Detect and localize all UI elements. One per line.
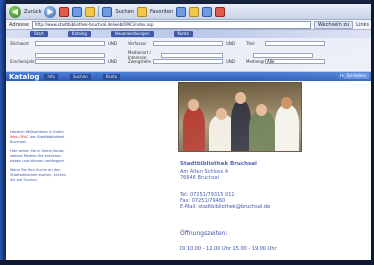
library-name: Stadtbibliothek Bruchsal bbox=[180, 161, 257, 167]
toolbar-separator bbox=[98, 6, 100, 17]
photo-head bbox=[235, 92, 246, 104]
refresh-icon[interactable] bbox=[72, 6, 83, 17]
tab-account[interactable]: Konto bbox=[102, 73, 121, 80]
favorites-label[interactable]: Favoriten bbox=[150, 9, 173, 15]
browser-window: ◀ Zurück ▶ Suchen Favoriten Adresse http… bbox=[6, 4, 372, 260]
address-bar: Adresse http://www.stadtbibliothek-bruch… bbox=[6, 20, 372, 30]
search-label-mediagroup: Mediengruppe bbox=[246, 59, 275, 64]
search-label-keyword: Stichwort bbox=[10, 41, 29, 46]
photo-person bbox=[249, 111, 275, 151]
close-button[interactable]: Schließen bbox=[343, 73, 369, 79]
mediagroup-select[interactable]: Alle bbox=[265, 59, 325, 64]
author-input[interactable] bbox=[153, 41, 223, 46]
opening-hours-row: Di 10.00 - 12.00 Uhr 15.00 - 19.00 Uhr bbox=[180, 246, 277, 252]
search-label-year: Erscheinjahr bbox=[10, 59, 35, 64]
library-address: Am Alten Schloss 4 76646 Bruchsal bbox=[180, 169, 228, 181]
print-icon[interactable] bbox=[202, 6, 213, 17]
search-info-text: Wenn Sie Ihre Suche an den Stadtbiblioth… bbox=[10, 168, 67, 182]
go-button[interactable]: Wechseln zu bbox=[313, 20, 354, 29]
site-tab-new[interactable]: Neuerwerbungen bbox=[110, 31, 154, 37]
operator-select[interactable]: UND bbox=[226, 59, 235, 64]
mail-icon[interactable] bbox=[189, 6, 200, 17]
operator-select[interactable]: UND bbox=[108, 41, 117, 46]
search-icon[interactable] bbox=[102, 6, 113, 17]
library-contact: Tel: 07251/79315 011 Fax: 07251/79460 E-… bbox=[180, 192, 270, 210]
photo-head bbox=[216, 108, 227, 120]
site-tab-account[interactable]: Konto bbox=[173, 31, 193, 37]
media-input[interactable] bbox=[161, 52, 223, 58]
title-input[interactable] bbox=[265, 41, 325, 46]
webopac-link[interactable]: Web-OPAC bbox=[10, 135, 29, 139]
year-input[interactable] bbox=[35, 59, 105, 64]
welcome-column: Herzlich Willkommen in Ihrem Web-OPAC de… bbox=[10, 130, 68, 187]
search-label-title: Titel bbox=[246, 41, 255, 46]
staff-photo bbox=[178, 82, 302, 152]
search-row-1: Stichwort UND Verfasser UND Titel bbox=[10, 41, 325, 46]
site-tab-catalog[interactable]: Katalog bbox=[67, 31, 91, 37]
back-icon[interactable]: ◀ bbox=[9, 5, 21, 18]
tab-info[interactable]: Info bbox=[44, 73, 59, 80]
operator-select[interactable]: UND bbox=[226, 41, 235, 46]
url-input[interactable]: http://www.stadtbibliothek-bruchsal.de/w… bbox=[31, 20, 311, 29]
search-label[interactable]: Suchen bbox=[115, 9, 134, 15]
search-label-branch: Zweigstelle bbox=[128, 59, 151, 64]
edit-icon[interactable] bbox=[215, 6, 226, 17]
search-form: Stichwort UND Verfasser UND Titel Medien… bbox=[6, 38, 372, 72]
tab-search[interactable]: Suchen bbox=[70, 73, 91, 80]
stop-icon[interactable] bbox=[59, 6, 70, 17]
photo-head bbox=[188, 99, 199, 111]
operator-select[interactable]: UND bbox=[108, 59, 117, 64]
catalog-title: Katalog bbox=[9, 72, 40, 81]
search-row-3: Erscheinjahr UND Zweigstelle UND Medieng… bbox=[10, 59, 325, 64]
site-header: Start Katalog Neuerwerbungen Konto bbox=[6, 30, 372, 38]
monitor-bezel-bottom bbox=[0, 260, 374, 265]
photo-person bbox=[231, 101, 251, 151]
search-label-author: Verfasser bbox=[128, 41, 147, 46]
browser-toolbar: ◀ Zurück ▶ Suchen Favoriten bbox=[6, 4, 372, 20]
back-label[interactable]: Zurück bbox=[24, 9, 41, 15]
photo-head bbox=[256, 104, 267, 116]
catalog-nav-bar: Katalog Info Suchen Konto Hilfe Schließe… bbox=[6, 72, 372, 81]
links-button[interactable]: Links bbox=[356, 22, 369, 28]
forward-icon[interactable]: ▶ bbox=[44, 5, 57, 18]
photo-person bbox=[183, 107, 205, 151]
keyword-input[interactable] bbox=[35, 41, 105, 46]
extra-input[interactable] bbox=[253, 52, 313, 58]
welcome-start: Herzlich Willkommen in Ihrem bbox=[10, 130, 64, 134]
main-content: Herzlich Willkommen in Ihrem Web-OPAC de… bbox=[6, 82, 372, 260]
site-tab-start[interactable]: Start bbox=[30, 31, 48, 37]
opening-hours-title: Öffnungszeiten: bbox=[180, 230, 228, 237]
welcome-text: Herzlich Willkommen in Ihrem Web-OPAC de… bbox=[10, 130, 68, 145]
home-icon[interactable] bbox=[85, 6, 96, 17]
subject-input[interactable] bbox=[35, 52, 105, 58]
library-city: 76646 Bruchsal bbox=[180, 175, 220, 181]
favorites-icon[interactable] bbox=[136, 6, 147, 17]
photo-head bbox=[281, 97, 292, 109]
branch-input[interactable] bbox=[153, 59, 223, 64]
library-email[interactable]: E-Mail: stadtbibliothek@bruchsal.de bbox=[180, 204, 270, 210]
photo-person bbox=[275, 105, 299, 151]
account-info-text: Hier sehen Sie in Ihrem Konto, welche Me… bbox=[10, 149, 66, 163]
history-icon[interactable] bbox=[176, 6, 187, 17]
address-label: Adresse bbox=[9, 21, 29, 28]
